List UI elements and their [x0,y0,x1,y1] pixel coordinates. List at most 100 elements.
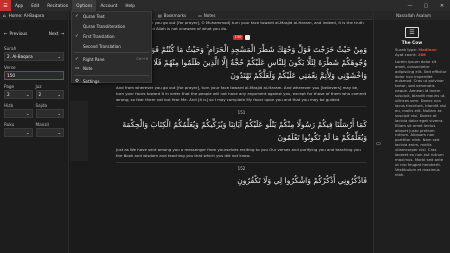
manzil-select[interactable]: ⌄ [35,128,64,137]
right-pane-header: Nasrallah Asalam [374,11,450,20]
next-button[interactable]: Next → [49,31,64,36]
gear-icon: ⚙ [75,79,80,85]
menu-separator [74,74,149,76]
user-name[interactable]: Nasrallah Asalam [396,13,431,18]
window-controls: — ▢ ✕ [402,0,450,11]
menu-item-label: Note [83,66,93,72]
ruku-select[interactable]: ⌄ [4,128,33,137]
verse-149-translation: And from wherever you go out [for prayer… [116,20,364,31]
minimize-button[interactable]: — [402,0,418,11]
menu-app[interactable]: App [11,0,27,11]
bookmark-icon: ▤ [158,12,162,18]
options-menu: ✓ Quran Text Quran Transliteration ✓ Fir… [71,11,152,84]
home-icon: ⌂ [3,13,6,18]
menu-item-right-pane[interactable]: ✓ Right Pane Ctrl+R [72,54,151,64]
verse-151-translation: Just as We have sent among you a messeng… [116,147,361,158]
note-icon[interactable]: ▭ [376,141,381,147]
menu-options[interactable]: Options [72,0,97,11]
page-juz-row: Page 2 ⌄ Juz 2 ⌄ [0,84,68,99]
menu-item-note[interactable]: ▭ Note [72,64,151,74]
close-button[interactable]: ✕ [434,0,450,11]
verse-151-number: 151 [237,110,246,115]
sajda-select[interactable]: ⌄ [35,109,64,118]
previous-label: Previous [9,30,28,36]
menu-bar: ☰ App Edit Recitation Options Account He… [0,0,450,11]
chevron-left-icon: ← [4,30,8,36]
menu-item-settings[interactable]: ⚙ Settings [72,77,151,87]
surah-type-value: Madinan [418,47,437,52]
app-window: ☰ App Edit Recitation Options Account He… [0,0,450,253]
menu-item-label: Second Translation [83,43,121,49]
previous-button[interactable]: ← Previous [4,31,27,36]
maximize-button[interactable]: ▢ [418,0,434,11]
menu-edit[interactable]: Edit [27,0,43,11]
verse-number-badge: 150 [232,35,244,40]
verse-152-arabic: فَاذْكُرُونِي أَذْكُرْكُمْ وَاشْكُرُوا ل… [237,176,367,185]
chevron-down-icon: ⌄ [57,92,61,97]
book-icon: ☰ [405,27,419,38]
page-value: 2 [7,92,10,97]
bookmarks-tab[interactable]: ▤ Bookmarks [152,11,192,20]
menu-recitation[interactable]: Recitation [43,0,72,11]
menu-item-second-translation[interactable]: Second Translation [72,41,151,51]
chevron-down-icon: ⌄ [57,54,61,59]
hizb-sajda-row: Hizb ⌄ Sajda ⌄ [0,103,68,118]
chevron-down-icon: ⌄ [25,111,30,116]
hizb-select[interactable]: ⌄ [4,109,33,118]
verse-divider [116,106,367,107]
menu-item-label: Settings [83,79,100,85]
menu-help[interactable]: Help [121,0,139,11]
notes-label: Notes [203,12,216,18]
verse-150-translation: And from wherever you go out [for prayer… [116,85,367,102]
verse-150-header: 150 [116,35,367,40]
home-label: Home: Al-Baqara [8,13,45,18]
menu-separator [74,52,149,54]
surah-value: 2. Al-Baqara [7,54,33,59]
verse-value: 150 [7,73,15,78]
verse-151-arabic: كَمَا أَرْسَلْنَا فِيكُمْ رَسُولًا مِنْك… [122,120,367,142]
ruku-manzil-row: Ruku ⌄ Manzil ⌄ [0,122,68,137]
menu-item-label: Quran Text [83,14,105,20]
surah-description: Lorem ipsum dolor sit amet, consectetur … [395,58,447,177]
navigation-row: ← Previous Next → [0,20,68,46]
home-breadcrumb[interactable]: ⌂ Home: Al-Baqara [0,11,68,20]
menu-account[interactable]: Account [96,0,121,11]
notes-icon: ▭ [198,12,202,18]
verse-input[interactable]: 150 [4,71,64,80]
check-icon: ✓ [75,33,79,39]
right-pane: Nasrallah Asalam ☰ The Cow Surah type: M… [373,11,450,253]
chevron-down-icon: ⌄ [57,130,61,135]
ayat-count-label: Ayat count: [395,52,417,58]
verse-150-arabic: وَمِنْ حَيْثُ خَرَجْتَ فَوَلِّ وَجْهَكَ … [124,45,367,80]
chevron-down-icon: ⌄ [25,92,30,97]
surah-type-label: Surah type: [395,47,418,52]
juz-select[interactable]: 2 ⌄ [35,90,64,99]
menu-item-quran-transliteration[interactable]: Quran Transliteration [72,22,151,32]
chevron-right-icon: → [60,30,64,36]
note-icon: ▭ [75,66,80,72]
notes-tab[interactable]: ▭ Notes [192,11,221,20]
page-select[interactable]: 2 ⌄ [4,90,33,99]
bookmarks-label: Bookmarks [163,12,187,18]
chevron-down-icon: ⌄ [57,111,61,116]
verse-menu-icon[interactable] [245,35,251,40]
surah-info: Surah type: Madinan Ayat count: 286 [374,47,450,58]
check-icon: ✓ [75,56,79,62]
next-label: Next [48,30,59,36]
app-logo-icon[interactable]: ☰ [0,0,11,11]
menu-item-label: Right Pane [83,56,105,62]
menu-item-quran-text[interactable]: ✓ Quran Text [72,12,151,22]
sidebar: ⌂ Home: Al-Baqara ← Previous Next → Sura… [0,11,69,253]
verse-divider [116,162,367,163]
shortcut-label: Ctrl+R [136,57,148,62]
scroll-shadow [70,101,88,161]
surah-select[interactable]: 2. Al-Baqara ⌄ [4,52,64,61]
check-icon: ✓ [75,14,79,20]
juz-value: 2 [38,92,42,97]
verse-152-number: 152 [237,166,246,171]
menu-item-label: First Translation [83,33,115,39]
surah-title: The Cow [401,41,423,46]
menu-item-label: Quran Transliteration [83,24,126,30]
menu-item-first-translation[interactable]: ✓ First Translation [72,32,151,42]
chevron-down-icon: ⌄ [25,130,30,135]
